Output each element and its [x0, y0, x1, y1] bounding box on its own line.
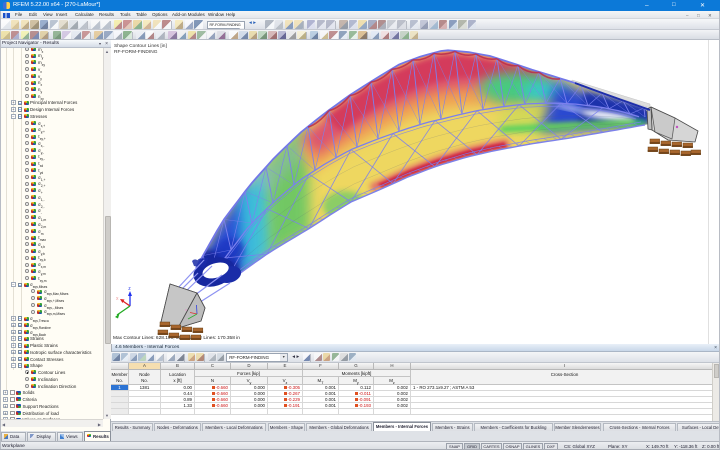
svg-text:x: x: [116, 296, 119, 302]
svg-text:z: z: [128, 286, 131, 292]
svg-text:x: x: [185, 308, 187, 312]
